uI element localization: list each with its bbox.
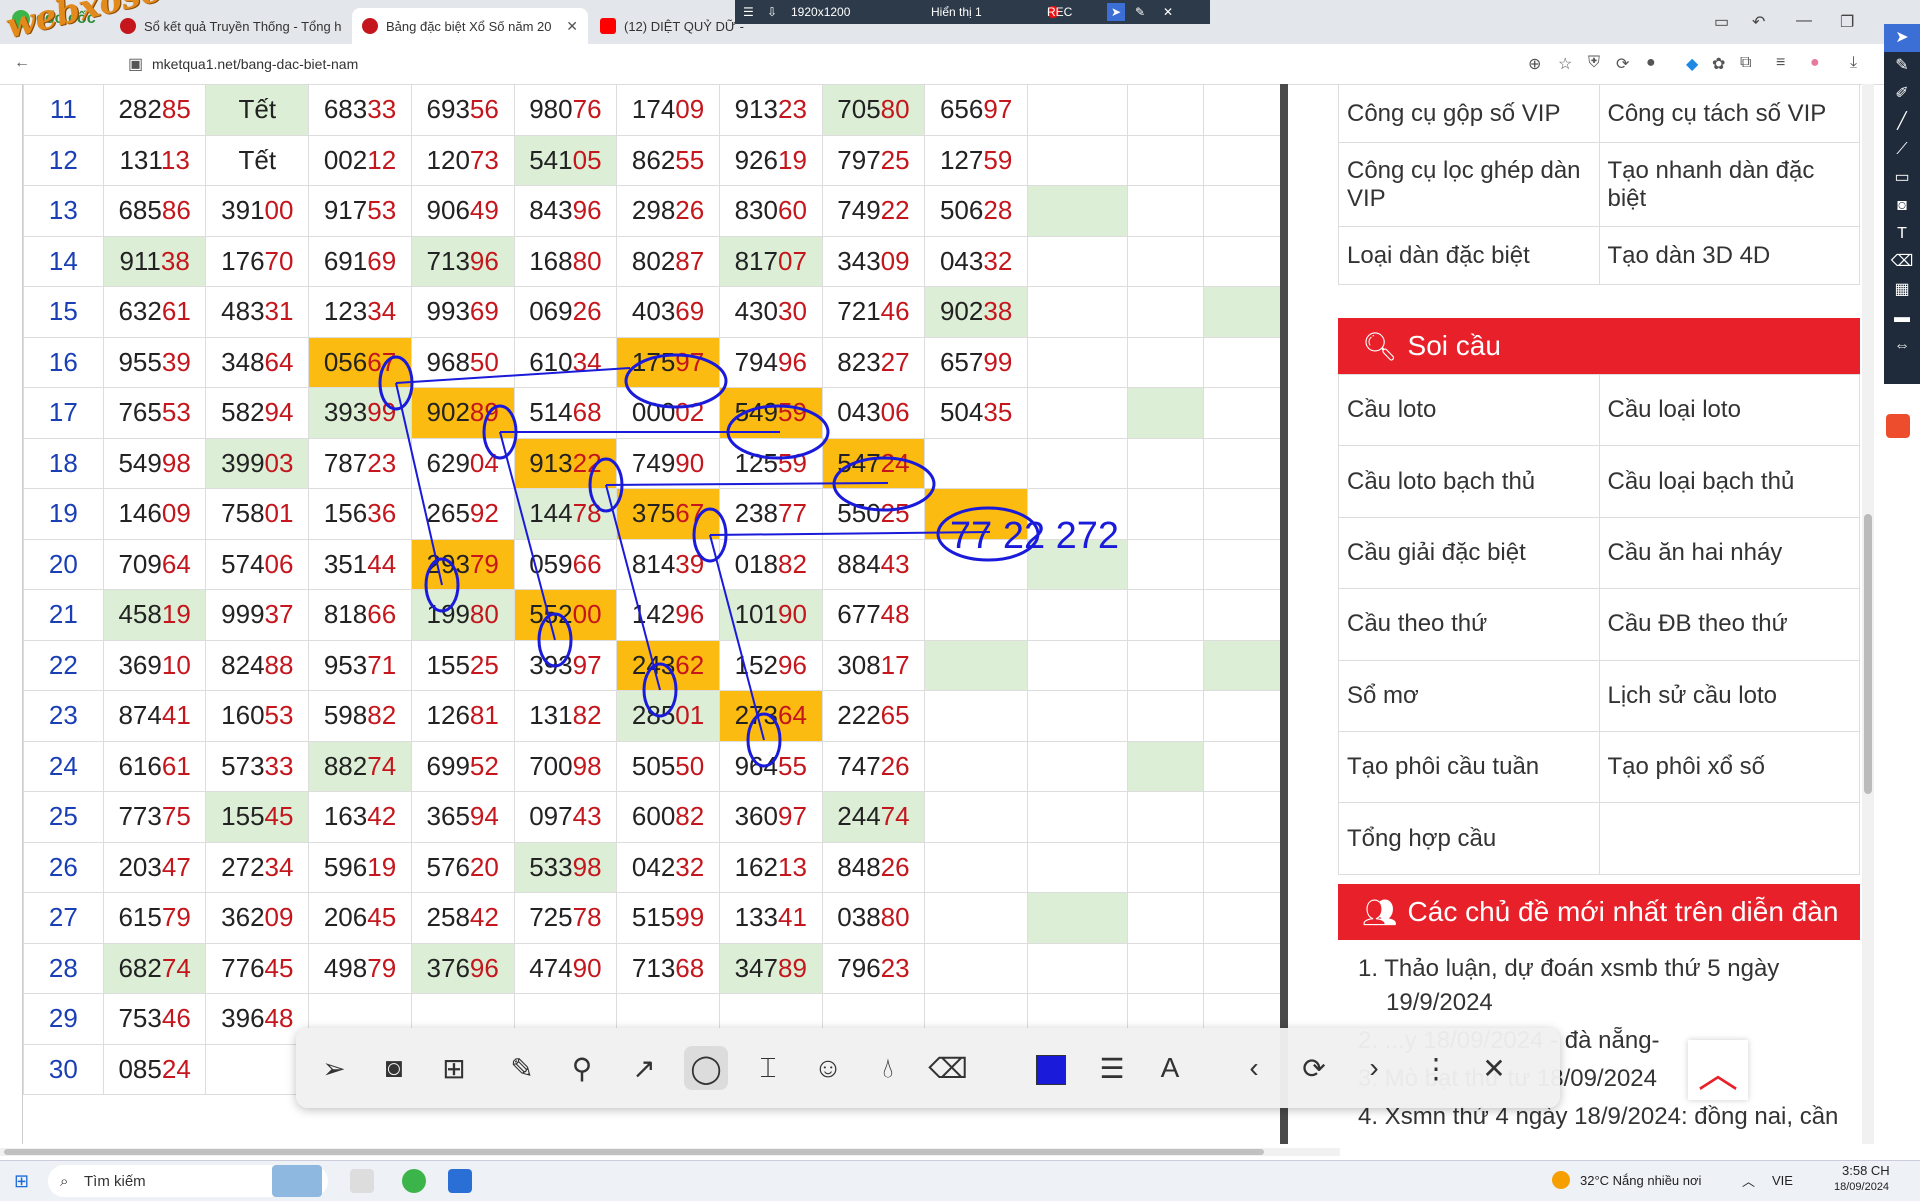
drawing-toolbar: ➢ ◙ ⊞ ✎ ⚲ ↗ ◯ ⌶ ☺ 💧︎ ⌫ ☰ A ‹ ⟳ › ⋮ ✕ (296, 1028, 1560, 1108)
clock-date[interactable]: 18/09/2024 (1834, 1181, 1889, 1193)
scroll-to-top-button[interactable]: ︿ (1688, 1040, 1748, 1100)
annotation-line (605, 484, 661, 691)
soi-cau-link[interactable]: Cầu ăn hai nháy (1598, 516, 1860, 590)
users-icon: 👥︎ (1362, 896, 1398, 928)
soi-cau-link[interactable]: Cầu theo thứ (1338, 588, 1600, 661)
tool-link[interactable]: Công cụ tách số VIP (1598, 84, 1860, 143)
castle-widget-icon[interactable] (272, 1165, 322, 1197)
pencil-tool-icon[interactable]: ✎ (500, 1046, 544, 1090)
expand-icon[interactable]: ⇔ (1884, 332, 1920, 360)
soi-cau-link[interactable]: Lịch sử cầu loto (1598, 659, 1860, 732)
weather-icon (1552, 1171, 1570, 1189)
reset-icon[interactable]: ⟳ (1292, 1046, 1336, 1090)
camera-icon[interactable]: ◙ (1884, 192, 1920, 220)
soi-cau-link[interactable]: Cầu giải đặc biệt (1338, 516, 1600, 590)
chevron-up-icon: ︿ (1698, 1052, 1738, 1096)
grid-icon[interactable]: ▦ (1884, 276, 1920, 304)
annotation-line (395, 367, 631, 384)
search-icon: ⌕ (60, 1172, 69, 1190)
windows-start-icon[interactable]: ⊞ (14, 1171, 29, 1192)
annotation-line (499, 431, 556, 641)
highlighter-icon[interactable]: ✐ (1884, 80, 1920, 108)
line-width-icon[interactable]: ☰ (1090, 1046, 1134, 1090)
tool-link[interactable]: Công cụ lọc ghép dàn VIP (1338, 142, 1600, 227)
annotation-line (605, 482, 889, 486)
soi-cau-link[interactable]: Tổng hợp cầu (1338, 802, 1600, 875)
select-tool-icon[interactable]: ➢ (312, 1046, 356, 1090)
windows-taskbar: ⊞ ⌕ Tìm kiếm 32°C Nắng nhiều nơi ︿ VIE 3… (0, 1160, 1920, 1201)
chevron-up-icon[interactable]: ︿ (1742, 1171, 1755, 1190)
annotation-text: 77 22 272 (950, 515, 1119, 557)
text-box-tool-icon[interactable]: ⌶ (746, 1046, 790, 1090)
forum-link[interactable]: 1. Thảo luận, dự đoán xsmb thứ 5 ngày 19… (1358, 952, 1858, 1020)
annotation-line (709, 534, 765, 741)
arrow-tool-icon[interactable]: ↗ (622, 1046, 666, 1090)
blur-tool-icon[interactable]: 💧︎ (866, 1046, 910, 1090)
clock-time[interactable]: 3:58 CH (1842, 1163, 1890, 1178)
photos-taskbar-icon[interactable] (448, 1169, 472, 1193)
soi-cau-header: 🔍︎ Soi cầu (1338, 318, 1860, 374)
eraser-tool-icon[interactable]: ⌫ (926, 1046, 970, 1090)
soi-cau-link[interactable]: Cầu loto (1338, 373, 1600, 447)
tool-link[interactable]: Công cụ gộp số VIP (1338, 84, 1600, 143)
more-options-icon[interactable]: ⋮ (1414, 1046, 1458, 1090)
soi-cau-table: Cầu loto Cầu loại loto Cầu loto bạch thủ Cầ… (1338, 373, 1860, 875)
line-icon[interactable]: ╱ (1884, 108, 1920, 136)
thickness-icon[interactable]: ▬ (1884, 304, 1920, 332)
app-icon[interactable] (350, 1169, 374, 1193)
pen-icon[interactable]: ✎ (1884, 52, 1920, 80)
soi-cau-link[interactable]: Tạo phôi cầu tuần (1338, 730, 1600, 804)
color-swatch[interactable] (1036, 1055, 1066, 1085)
eraser-icon[interactable]: ⌫ (1884, 248, 1920, 276)
coccoc-taskbar-icon[interactable] (402, 1169, 426, 1193)
annotation-line (709, 531, 991, 536)
weather-text[interactable]: 32°C Nắng nhiều nơi (1580, 1173, 1701, 1188)
rectangle-icon[interactable]: ▭ (1884, 164, 1920, 192)
emoji-tool-icon[interactable]: ☺ (806, 1046, 850, 1090)
font-size-icon[interactable]: A (1148, 1046, 1192, 1090)
soi-cau-link[interactable]: Sổ mơ (1338, 659, 1600, 732)
language-indicator[interactable]: VIE (1772, 1173, 1793, 1188)
soi-cau-link[interactable]: Cầu loto bạch thủ (1338, 445, 1600, 518)
annotation-tool-strip: ➤ ✎ ✐ ╱ ⟋ ▭ ◙ T ⌫ ▦ ▬ ⇔ (1884, 24, 1920, 384)
tool-link[interactable]: Loại dàn đặc biệt (1338, 226, 1600, 285)
add-region-tool-icon[interactable]: ⊞ (432, 1046, 476, 1090)
tool-link[interactable]: Tạo nhanh dàn đặc biệt (1598, 142, 1860, 227)
shopee-icon[interactable] (1886, 414, 1910, 438)
pointer-icon[interactable]: ➤ (1884, 24, 1920, 52)
soi-cau-link (1598, 802, 1860, 875)
eyedropper-tool-icon[interactable]: ⚲ (560, 1046, 604, 1090)
close-toolbar-icon[interactable]: ✕ (1472, 1046, 1516, 1090)
text-icon[interactable]: T (1884, 220, 1920, 248)
soi-cau-link[interactable]: Cầu loại bạch thủ (1598, 445, 1860, 518)
right-sidebar: Công cụ gộp số VIP Công cụ tách số VIP C… (1338, 84, 1860, 1144)
page-scrollbar[interactable] (1862, 84, 1874, 1144)
tool-link[interactable]: Tạo dàn 3D 4D (1598, 226, 1860, 285)
soi-cau-link[interactable]: Tạo phôi xổ số (1598, 730, 1860, 804)
ellipse-tool-icon[interactable]: ◯ (684, 1046, 728, 1090)
search-icon: 🔍︎ (1362, 330, 1398, 362)
redo-chevron-icon[interactable]: › (1352, 1046, 1396, 1090)
undo-chevron-icon[interactable]: ‹ (1232, 1046, 1276, 1090)
soi-cau-link[interactable]: Cầu ĐB theo thứ (1598, 588, 1860, 661)
annotation-circle (624, 353, 728, 409)
screenshot-tool-icon[interactable]: ◙ (372, 1046, 416, 1090)
forum-header: 👥︎ Các chủ đề mới nhất trên diễn đàn (1338, 884, 1860, 940)
soi-cau-link[interactable]: Cầu loại loto (1598, 373, 1860, 447)
tools-table: Công cụ gộp số VIP Công cụ tách số VIP C… (1338, 84, 1860, 285)
brush-icon[interactable]: ⟋ (1884, 136, 1920, 164)
annotation-line (395, 382, 443, 586)
